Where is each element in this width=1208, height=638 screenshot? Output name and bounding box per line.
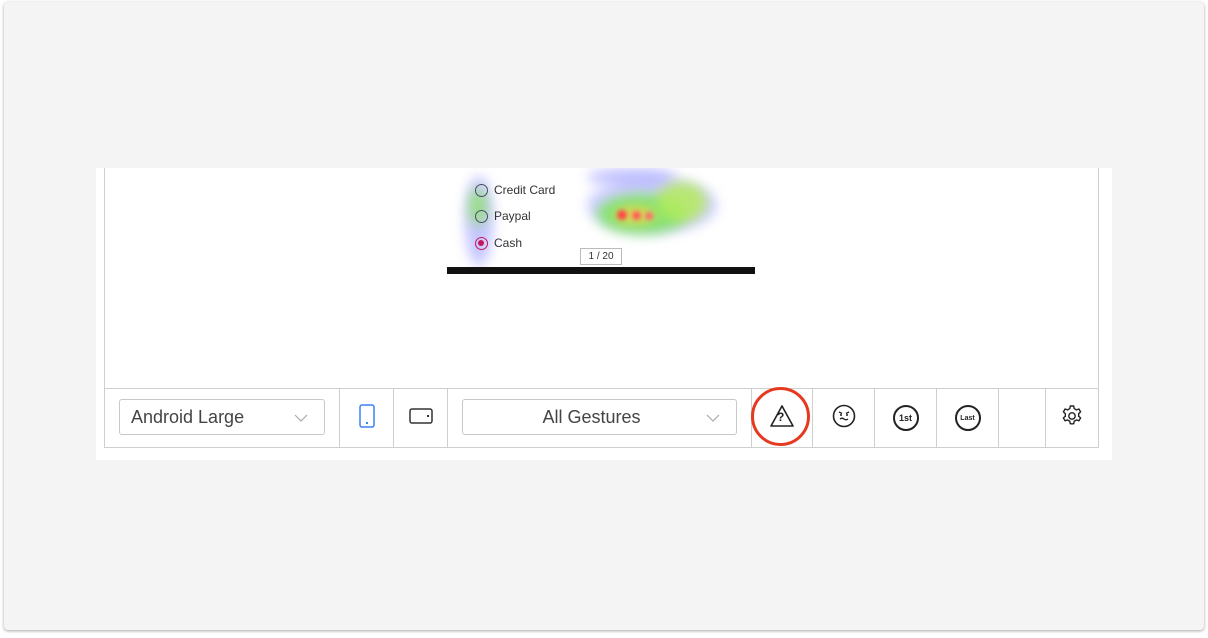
device-select[interactable]: Android Large [119, 399, 325, 435]
chevron-down-icon [294, 410, 308, 426]
heat-blob [617, 210, 627, 220]
option-label: Paypal [494, 209, 531, 223]
option-cash: Cash [475, 236, 522, 250]
portrait-button[interactable] [340, 389, 394, 447]
last-touch-button[interactable]: Last [937, 389, 999, 447]
first-touch-icon: 1st [892, 405, 919, 431]
radio-icon [475, 209, 488, 223]
phone-landscape-icon [408, 407, 433, 429]
gesture-select[interactable]: All Gestures [462, 399, 737, 435]
highlight-circle [751, 387, 810, 446]
option-paypal: Paypal [475, 209, 531, 223]
frustration-button[interactable] [813, 389, 875, 447]
page-indicator: 1 / 20 [580, 248, 622, 265]
screenshot-bottom-bar [447, 267, 755, 274]
option-credit-card: Credit Card [475, 183, 555, 197]
option-label: Credit Card [494, 183, 556, 197]
gesture-cell: All Gestures [448, 389, 752, 447]
chevron-down-icon [706, 410, 720, 426]
landscape-button[interactable] [394, 389, 448, 447]
heatmap-screenshot: Credit Card Paypal Cash 1 / 20 [447, 168, 755, 274]
phone-portrait-icon [358, 403, 375, 433]
device-select-value: Android Large [131, 406, 245, 427]
heat-blob [632, 211, 641, 220]
first-touch-button[interactable]: 1st [875, 389, 937, 447]
heat-blob [645, 212, 653, 220]
settings-button[interactable] [1046, 389, 1098, 447]
gear-icon [1060, 404, 1084, 433]
radio-icon [475, 183, 488, 197]
heatmap-toolbar: Android Large All Gestures ? 1st Last [104, 388, 1099, 448]
gesture-select-value: All Gestures [542, 406, 641, 427]
option-label: Cash [494, 236, 523, 250]
heat-blob [657, 182, 707, 222]
empty-cell [999, 389, 1046, 447]
frustrated-face-icon [832, 404, 856, 433]
device-cell: Android Large [105, 389, 340, 447]
radio-selected-icon [475, 236, 488, 250]
last-touch-icon: Last [954, 405, 981, 431]
